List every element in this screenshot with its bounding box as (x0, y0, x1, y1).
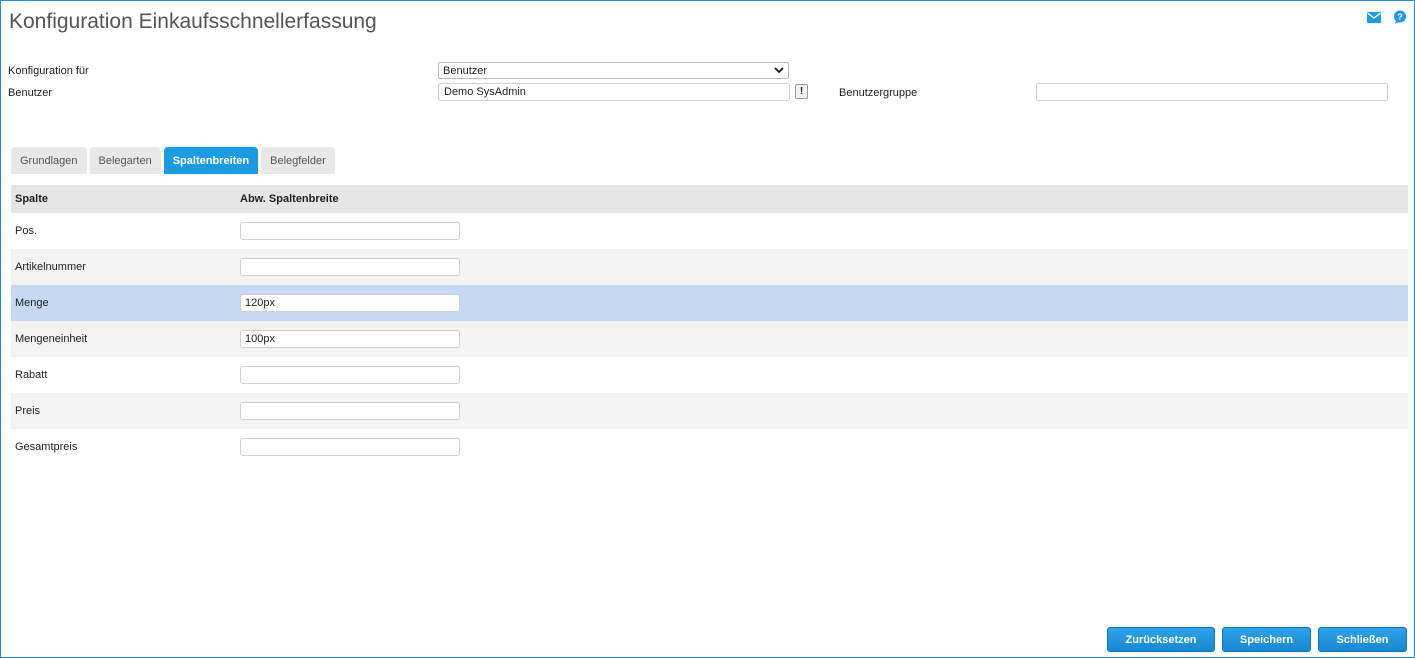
page-title: Konfiguration Einkaufsschnellerfassung (9, 10, 377, 33)
row-label: Preis (15, 405, 41, 417)
width-input[interactable] (240, 294, 460, 312)
width-input[interactable] (240, 330, 460, 348)
tab-belegarten[interactable]: Belegarten (89, 147, 161, 174)
close-button[interactable]: Schließen (1318, 627, 1407, 652)
table-row[interactable]: Gesamtpreis (11, 429, 1408, 465)
benutzer-lookup-button[interactable]: ! (795, 84, 808, 99)
app-window: Konfiguration Einkaufsschnellerfassung ?… (0, 0, 1415, 658)
konfiguration-select-value: Benutzer (443, 64, 488, 77)
table-row[interactable]: Pos. (11, 213, 1408, 249)
benutzergruppe-label: Benutzergruppe (839, 87, 918, 99)
table-row[interactable]: Artikelnummer (11, 249, 1408, 285)
benutzer-label: Benutzer (8, 87, 53, 99)
table-row[interactable]: Rabatt (11, 357, 1408, 393)
width-input[interactable] (240, 258, 460, 276)
save-button[interactable]: Speichern (1222, 627, 1311, 652)
help-chat-icon[interactable]: ? (1392, 9, 1408, 25)
table-row[interactable]: Mengeneinheit (11, 321, 1408, 357)
row-label: Mengeneinheit (15, 333, 88, 345)
tab-spaltenbreiten[interactable]: Spaltenbreiten (163, 147, 259, 174)
width-input[interactable] (240, 402, 460, 420)
grid-header: Spalte Abw. Spaltenbreite (11, 185, 1408, 213)
top-icon-bar: ? (1366, 9, 1408, 25)
width-input[interactable] (240, 366, 460, 384)
row-label: Pos. (15, 225, 38, 237)
benutzer-field[interactable] (438, 83, 790, 101)
column-width-grid: Spalte Abw. Spaltenbreite Pos. Artikelnu… (11, 185, 1408, 465)
benutzergruppe-field[interactable] (1036, 83, 1388, 101)
width-input[interactable] (240, 438, 460, 456)
header-spalte: Spalte (15, 193, 49, 205)
width-input[interactable] (240, 222, 460, 240)
header-abw-spaltenbreite: Abw. Spaltenbreite (240, 193, 339, 205)
tab-belegfelder[interactable]: Belegfelder (261, 147, 335, 174)
konfiguration-label: Konfiguration für (8, 65, 89, 77)
chevron-down-icon (774, 65, 784, 77)
svg-text:?: ? (1397, 12, 1403, 22)
tab-bar: Grundlagen Belegarten Spaltenbreiten Bel… (11, 147, 335, 174)
row-label: Artikelnummer (15, 261, 86, 273)
row-label: Rabatt (15, 369, 48, 381)
table-row-selected[interactable]: Menge (11, 285, 1408, 321)
reset-button[interactable]: Zurücksetzen (1107, 627, 1215, 652)
row-label: Menge (15, 297, 49, 309)
mail-icon[interactable] (1366, 9, 1382, 25)
row-label: Gesamtpreis (15, 441, 78, 453)
tab-grundlagen[interactable]: Grundlagen (11, 147, 87, 174)
konfiguration-select[interactable]: Benutzer (438, 62, 789, 79)
table-row[interactable]: Preis (11, 393, 1408, 429)
